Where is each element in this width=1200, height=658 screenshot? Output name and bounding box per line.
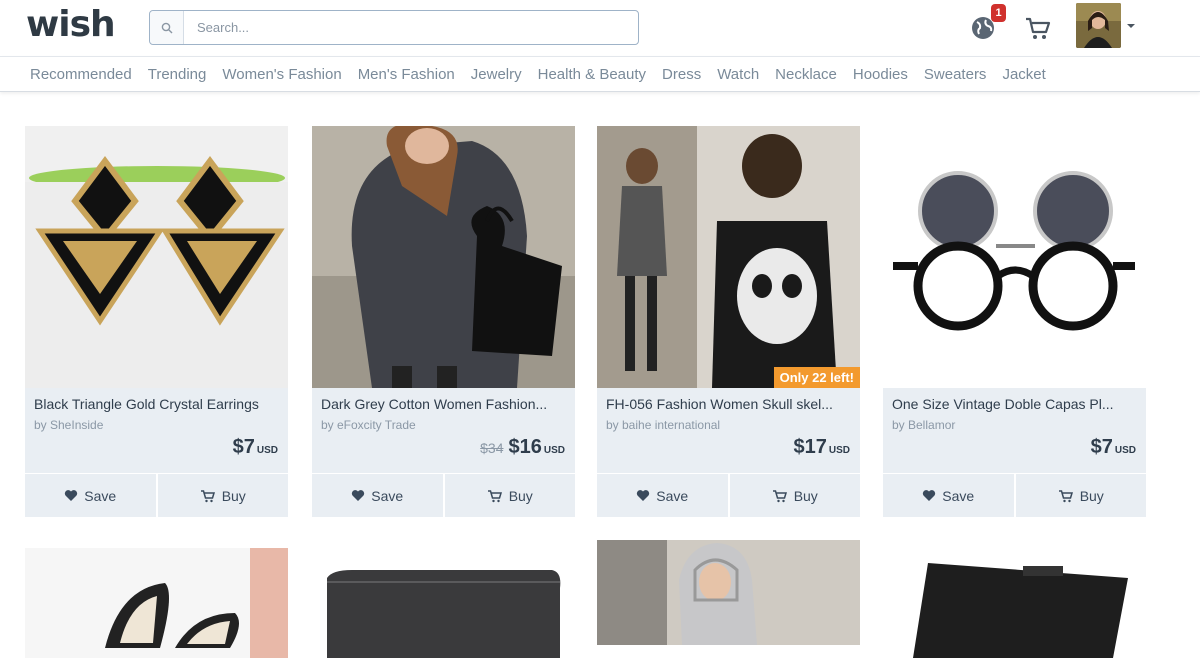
product-image-tablet-case[interactable] [883,548,1146,658]
price-row: $34 $16 USD [480,436,565,459]
card-actions: Save Buy [883,473,1146,517]
user-avatar[interactable] [1076,3,1121,48]
product-price: $7 [232,436,255,458]
nav-item-necklace[interactable]: Necklace [775,66,837,83]
card-actions: Save Buy [312,473,575,517]
nav-item-mens-fashion[interactable]: Men's Fashion [358,66,455,83]
product-title[interactable]: Black Triangle Gold Crystal Earrings [34,396,282,412]
product-title[interactable]: Dark Grey Cotton Women Fashion... [321,396,569,412]
buy-button[interactable]: Buy [727,474,861,517]
product-image-shoes[interactable] [25,548,288,658]
buy-button[interactable]: Buy [442,474,576,517]
nav-item-watch[interactable]: Watch [717,66,759,83]
save-button[interactable]: Save [883,474,1014,517]
price-row: $7 USD [1091,436,1136,459]
product-title[interactable]: One Size Vintage Doble Capas Pl... [892,396,1140,412]
stock-badge: Only 22 left! [773,367,860,388]
site-header: wish 1 [0,0,1200,56]
card-actions: Save Buy [597,473,860,517]
product-seller[interactable]: by baihe international [606,418,720,432]
product-title[interactable]: FH-056 Fashion Women Skull skel... [606,396,854,412]
product-card[interactable]: Dark Grey Cotton Women Fashion... by eFo… [312,126,575,517]
currency-label: USD [828,445,850,456]
buy-label: Buy [793,487,818,504]
original-price: $34 [480,440,504,456]
save-label: Save [371,487,404,504]
cart-icon [1058,489,1073,502]
cart-icon[interactable] [1024,14,1052,42]
buy-button[interactable]: Buy [1013,474,1147,517]
wish-logo[interactable]: wish [26,4,116,45]
search-bar [149,10,639,45]
save-button[interactable]: Save [25,474,156,517]
product-card[interactable]: One Size Vintage Doble Capas Pl... by Be… [883,126,1146,517]
price-row: $17 USD [794,436,851,459]
heart-icon [923,490,936,501]
product-image-skull-tee[interactable]: Only 22 left! [597,126,860,388]
cart-icon [772,489,787,502]
heart-icon [637,490,650,501]
product-price: $16 [508,436,542,458]
nav-item-dress[interactable]: Dress [662,66,701,83]
save-label: Save [942,487,975,504]
nav-item-recommended[interactable]: Recommended [30,66,132,83]
currency-label: USD [543,445,565,456]
nav-item-sweaters[interactable]: Sweaters [924,66,987,83]
price-row: $7 USD [233,436,278,459]
nav-item-jewelry[interactable]: Jewelry [471,66,522,83]
nav-item-womens-fashion[interactable]: Women's Fashion [222,66,341,83]
search-icon[interactable] [150,11,184,44]
nav-item-hoodies[interactable]: Hoodies [853,66,908,83]
notification-badge: 1 [991,4,1006,22]
save-button[interactable]: Save [312,474,443,517]
product-image-laptop-case[interactable] [312,548,575,658]
currency-label: USD [256,445,278,456]
currency-label: USD [1114,445,1136,456]
heart-icon [65,490,78,501]
product-card[interactable]: Black Triangle Gold Crystal Earrings by … [25,126,288,517]
heart-icon [352,490,365,501]
search-input[interactable] [184,12,638,43]
buy-button[interactable]: Buy [155,474,289,517]
save-label: Save [656,487,689,504]
buy-label: Buy [221,487,246,504]
card-actions: Save Buy [25,473,288,517]
cart-icon [487,489,502,502]
product-image-grey-dress[interactable] [312,126,575,388]
product-image-hoodie[interactable] [597,540,860,645]
nav-item-health-beauty[interactable]: Health & Beauty [538,66,646,83]
product-seller[interactable]: by SheInside [34,418,103,432]
product-price: $17 [793,436,827,458]
save-label: Save [84,487,117,504]
product-price: $7 [1090,436,1113,458]
category-nav: Recommended Trending Women's Fashion Men… [0,56,1200,92]
nav-item-jacket[interactable]: Jacket [1002,66,1045,83]
buy-label: Buy [1079,487,1104,504]
product-seller[interactable]: by eFoxcity Trade [321,418,416,432]
buy-label: Buy [508,487,533,504]
nav-item-trending[interactable]: Trending [148,66,207,83]
chevron-down-icon[interactable] [1126,18,1136,28]
cart-icon [200,489,215,502]
product-card[interactable]: Only 22 left! FH-056 Fashion Women Skull… [597,126,860,517]
product-image-earrings[interactable] [25,126,288,388]
save-button[interactable]: Save [597,474,728,517]
product-seller[interactable]: by Bellamor [892,418,955,432]
product-image-sunglasses[interactable] [883,126,1146,388]
